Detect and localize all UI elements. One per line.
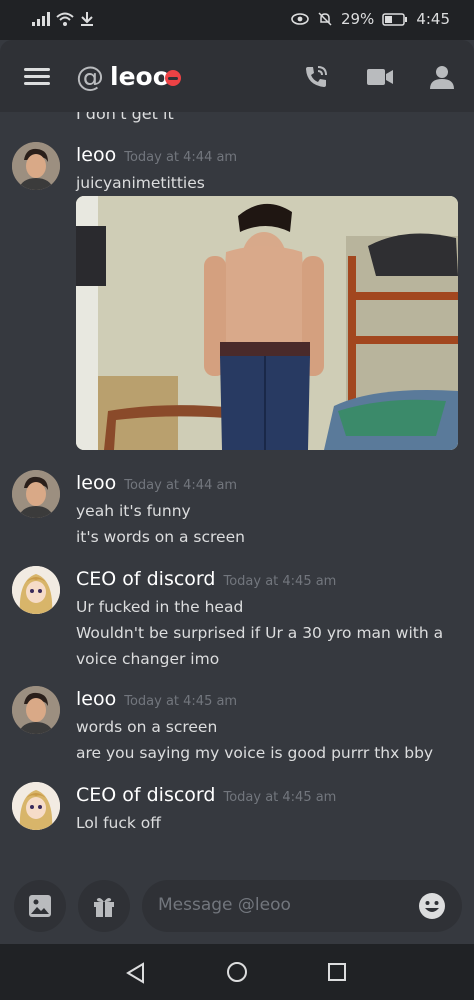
battery-icon [382, 12, 408, 26]
message-input-placeholder: Message @leoo [158, 895, 291, 915]
author-name[interactable]: leoo Today at 4:44 am [76, 472, 237, 494]
channel-header: @ leoo [0, 40, 474, 112]
avatar[interactable] [12, 782, 60, 830]
gift-icon [94, 898, 114, 917]
message-text: it's words on a screen [76, 528, 245, 546]
status-bar: 29% 4:45 [0, 0, 474, 40]
members-icon[interactable] [428, 63, 456, 91]
call-icon[interactable] [302, 63, 330, 91]
message-text: Wouldn't be surprised if Ur a 30 yro man… [76, 624, 444, 642]
eye-icon [291, 13, 309, 25]
message-text: Ur fucked in the head [76, 598, 244, 616]
image-attachment[interactable] [76, 196, 458, 450]
back-icon[interactable] [125, 962, 147, 984]
attach-image-button[interactable] [14, 880, 66, 932]
avatar[interactable] [12, 686, 60, 734]
author-name[interactable]: CEO of discord Today at 4:45 am [76, 784, 336, 806]
home-icon[interactable] [226, 961, 248, 983]
message-input[interactable]: Message @leoo [142, 880, 462, 932]
dnd-status-icon [165, 70, 181, 86]
recents-icon[interactable] [327, 962, 347, 982]
message-composer: Message @leoo [0, 864, 474, 944]
timestamp: Today at 4:45 am [223, 790, 337, 805]
page-title: leoo [110, 62, 170, 91]
gift-button[interactable] [78, 880, 130, 932]
clock: 4:45 [416, 10, 450, 28]
message-text: Lol fuck off [76, 814, 161, 832]
author-name[interactable]: CEO of discord Today at 4:45 am [76, 568, 336, 590]
message-list[interactable]: I don't get it leoo Today at 4:44 am juic… [0, 112, 474, 864]
author-name[interactable]: leoo Today at 4:45 am [76, 688, 237, 710]
avatar[interactable] [12, 142, 60, 190]
menu-icon[interactable] [24, 68, 50, 86]
mute-icon [318, 12, 332, 26]
avatar[interactable] [12, 470, 60, 518]
battery-percent: 29% [340, 10, 375, 28]
video-icon[interactable] [366, 63, 394, 91]
emoji-icon[interactable] [418, 892, 446, 920]
wifi-icon [56, 12, 74, 26]
signal-icon [32, 12, 50, 26]
message-text: are you saying my voice is good purrr th… [76, 744, 434, 762]
timestamp: Today at 4:44 am [124, 478, 238, 493]
system-nav-bar [0, 944, 474, 1000]
message-text: juicyanimetitties [76, 174, 205, 192]
image-icon [29, 895, 51, 917]
message-text: words on a screen [76, 718, 218, 736]
cut-off-message: I don't get it [76, 112, 174, 123]
message-text: yeah it's funny [76, 502, 191, 520]
message-text: voice changer imo [76, 650, 220, 668]
timestamp: Today at 4:45 am [124, 694, 238, 709]
timestamp: Today at 4:44 am [124, 150, 238, 165]
author-name[interactable]: leoo Today at 4:44 am [76, 144, 237, 166]
timestamp: Today at 4:45 am [223, 574, 337, 589]
avatar[interactable] [12, 566, 60, 614]
at-symbol: @ [76, 60, 104, 93]
download-icon [81, 12, 93, 26]
